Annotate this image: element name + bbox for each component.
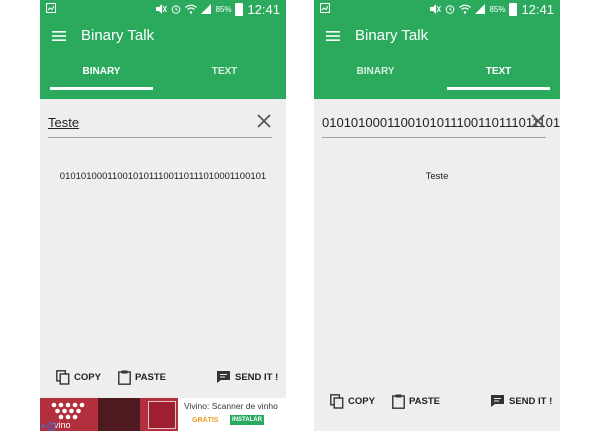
- ad-close-icon[interactable]: ✕: [40, 422, 47, 431]
- menu-icon[interactable]: [326, 31, 340, 41]
- status-time: 12:41: [521, 1, 554, 17]
- toolbar: Binary Talk: [40, 24, 286, 48]
- app-bar: 85% 12:41 Binary Talk BINARY TEXT: [314, 0, 560, 99]
- tab-binary-label: BINARY: [82, 66, 121, 77]
- app-title: Binary Talk: [355, 27, 429, 44]
- copy-label: COPY: [74, 371, 101, 383]
- ad-title: Vivino: Scanner de vinho: [184, 401, 278, 411]
- copy-button[interactable]: COPY: [56, 367, 101, 387]
- ad-photo: [98, 398, 140, 431]
- mute-icon: [430, 4, 442, 14]
- output-text: 0101010001100101011100110111010001100101: [59, 171, 267, 182]
- ad-app-logo: [148, 401, 176, 429]
- send-label: SEND IT !: [509, 395, 553, 407]
- signal-icon: [201, 4, 212, 14]
- tab-text[interactable]: TEXT: [163, 60, 286, 90]
- ad-info-icon[interactable]: [47, 422, 56, 431]
- send-chat-icon: [491, 395, 504, 407]
- input-value: 0101010001100101011100110111011101: [322, 115, 560, 130]
- input-field[interactable]: 0101010001100101011100110111011101: [322, 107, 560, 138]
- mute-icon: [156, 4, 168, 14]
- copy-label: COPY: [348, 395, 375, 407]
- alarm-icon: [172, 5, 181, 14]
- app-title: Binary Talk: [81, 27, 155, 44]
- battery-icon: [235, 2, 244, 16]
- gallery-notification-icon: [46, 3, 56, 13]
- gallery-notification-icon: [320, 3, 330, 13]
- paste-button[interactable]: PASTE: [392, 391, 440, 411]
- phone-screen-text: 85% 12:41 Binary Talk BINARY TEXT 010101…: [314, 0, 560, 431]
- tab-text-label: TEXT: [211, 66, 238, 77]
- battery-percent: 85%: [215, 4, 232, 14]
- ad-image: vino: [40, 398, 178, 431]
- copy-button[interactable]: COPY: [330, 391, 375, 411]
- action-bar: COPY PASTE SEND IT !: [40, 367, 286, 387]
- send-button[interactable]: SEND IT !: [490, 391, 552, 411]
- tab-bar: BINARY TEXT: [40, 60, 286, 90]
- active-tab-indicator: [447, 87, 550, 90]
- ad-install-button[interactable]: INSTALAR: [230, 415, 264, 425]
- tab-binary[interactable]: BINARY: [314, 60, 437, 90]
- tab-binary-label: BINARY: [356, 66, 395, 77]
- paste-icon: [392, 394, 405, 409]
- clear-icon[interactable]: [256, 113, 272, 129]
- tab-text-label: TEXT: [485, 66, 512, 77]
- action-bar: COPY PASTE SEND IT !: [314, 391, 560, 411]
- app-bar: 85% 12:41 Binary Talk BINARY TEXT: [40, 0, 286, 99]
- paste-label: PASTE: [409, 395, 440, 407]
- status-bar: 85% 12:41: [40, 0, 286, 18]
- tab-text[interactable]: TEXT: [437, 60, 560, 90]
- send-chat-icon: [217, 371, 230, 383]
- alarm-icon: [446, 5, 455, 14]
- ad-brand-text: vino: [54, 420, 71, 430]
- tab-binary[interactable]: BINARY: [40, 60, 163, 90]
- wifi-icon: [459, 4, 472, 14]
- battery-percent: 85%: [489, 4, 506, 14]
- menu-icon[interactable]: [52, 31, 66, 41]
- ad-price: GRÁTIS: [192, 417, 219, 424]
- status-bar: 85% 12:41: [314, 0, 560, 18]
- output-text: Teste: [425, 171, 449, 182]
- active-tab-indicator: [50, 87, 153, 90]
- paste-button[interactable]: PASTE: [118, 367, 166, 387]
- copy-icon: [330, 393, 344, 409]
- send-button[interactable]: SEND IT !: [216, 367, 278, 387]
- tab-bar: BINARY TEXT: [314, 60, 560, 90]
- battery-icon: [509, 2, 518, 16]
- paste-label: PASTE: [135, 371, 166, 383]
- ad-banner[interactable]: vino ✕ Vivino: Scanner de vinho GRÁTIS I…: [40, 398, 286, 431]
- input-field[interactable]: Teste: [48, 107, 272, 138]
- input-value: Teste: [48, 115, 80, 130]
- send-label: SEND IT !: [235, 371, 279, 383]
- phone-screen-binary: 85% 12:41 Binary Talk BINARY TEXT Teste …: [40, 0, 286, 431]
- clear-icon[interactable]: [530, 113, 546, 129]
- status-time: 12:41: [247, 1, 280, 17]
- copy-icon: [56, 369, 70, 385]
- signal-icon: [475, 4, 486, 14]
- wifi-icon: [185, 4, 198, 14]
- paste-icon: [118, 370, 131, 385]
- toolbar: Binary Talk: [314, 24, 560, 48]
